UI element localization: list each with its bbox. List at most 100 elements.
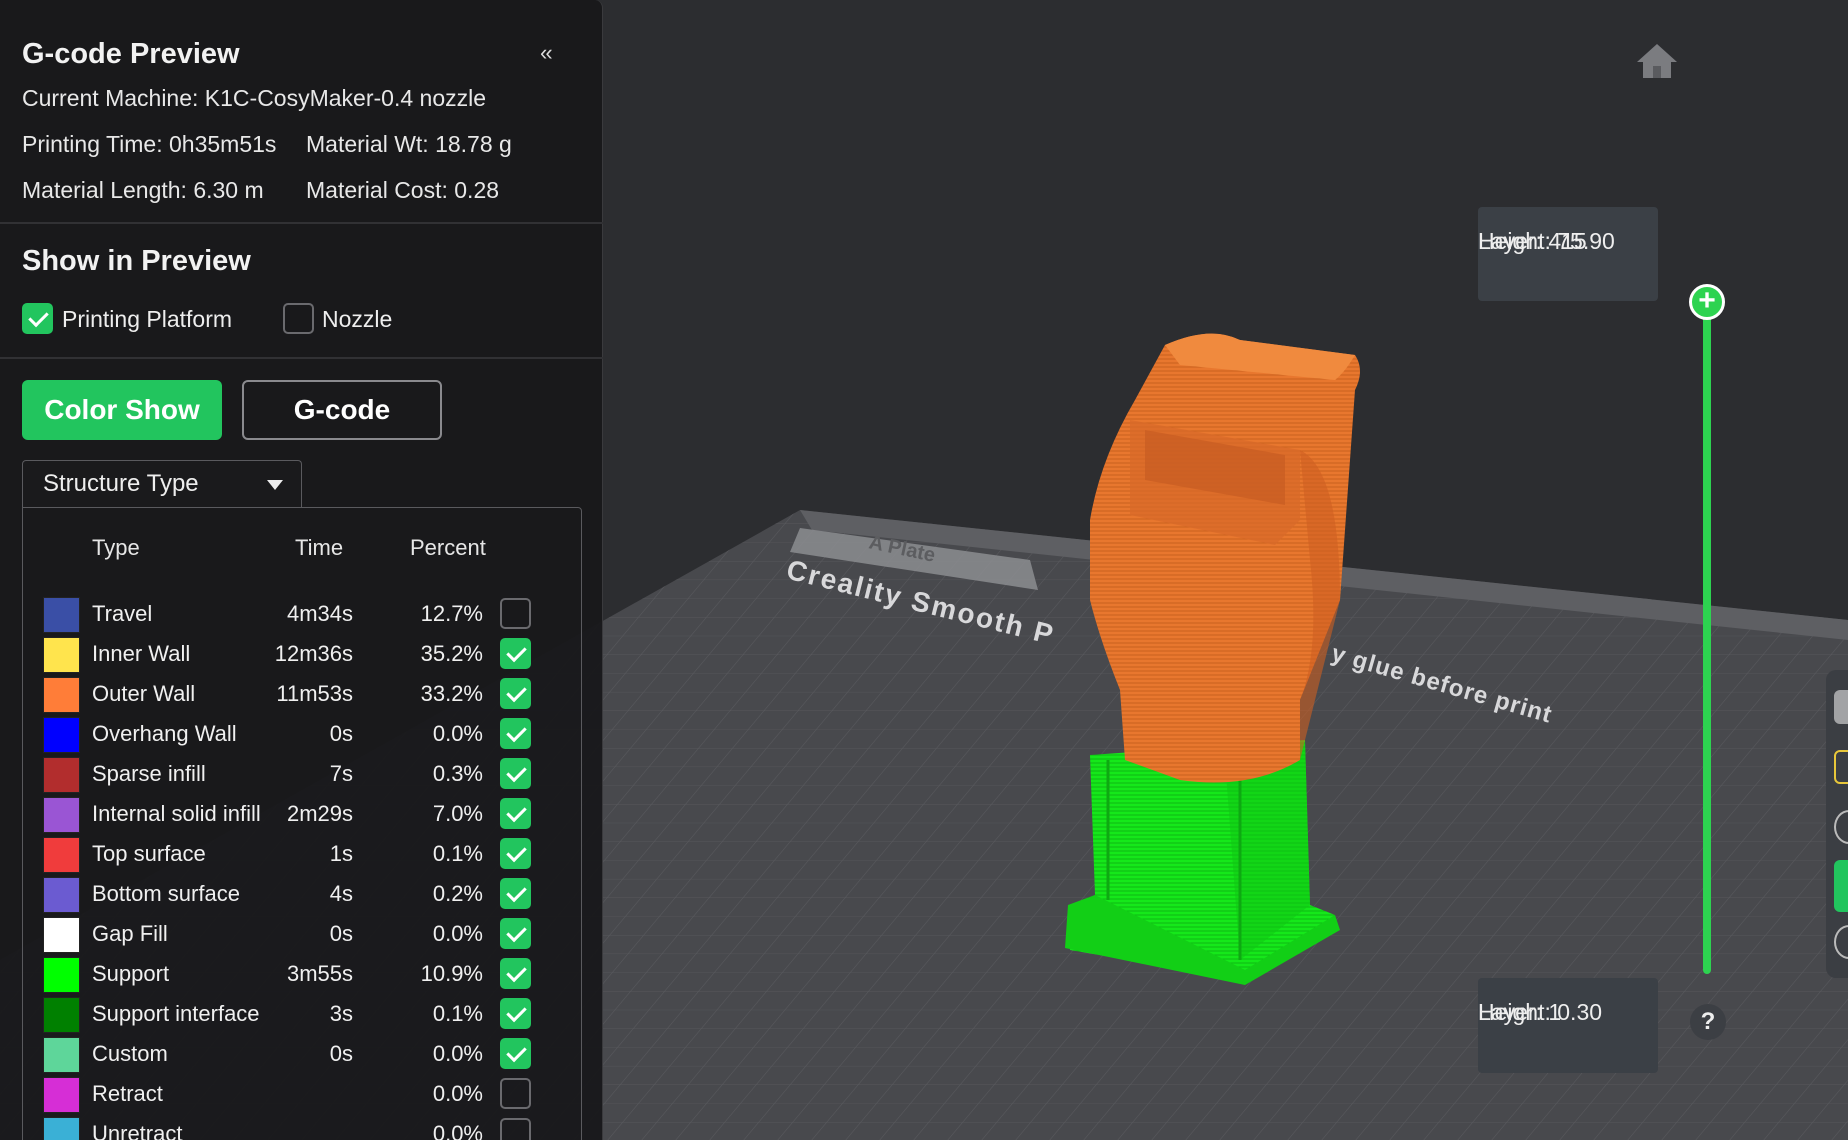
- type-percent: 0.0%: [432, 721, 483, 746]
- color-swatch: [43, 597, 80, 633]
- type-name: Overhang Wall: [92, 721, 237, 746]
- type-time: 3m55s: [286, 961, 353, 986]
- type-percent: 7.0%: [432, 801, 483, 826]
- legend-row: Support 3m55s 10.9%: [0, 954, 600, 994]
- show-in-preview-title: Show in Preview: [22, 245, 251, 277]
- type-header: Type: [92, 535, 140, 560]
- type-name: Top surface: [92, 841, 206, 866]
- type-percent: 0.1%: [432, 841, 483, 866]
- type-name: Inner Wall: [92, 641, 191, 666]
- type-name: Support interface: [92, 1001, 260, 1026]
- type-time: 0s: [329, 721, 353, 746]
- top-layer-info: Layer: 415 Height: 75.90: [1478, 207, 1658, 301]
- list-icon[interactable]: [1834, 690, 1848, 724]
- legend-row: Internal solid infill 2m29s 7.0%: [0, 794, 600, 834]
- visibility-checkbox[interactable]: [500, 958, 531, 989]
- legend-row: Top surface 1s 0.1%: [0, 834, 600, 874]
- type-name: Bottom surface: [92, 881, 240, 906]
- type-percent: 0.0%: [432, 921, 483, 946]
- type-name: Sparse infill: [92, 761, 206, 786]
- time-header: Time: [295, 535, 344, 560]
- type-name: Support: [92, 961, 170, 986]
- visibility-checkbox[interactable]: [500, 638, 531, 669]
- type-percent: 0.2%: [432, 881, 483, 906]
- color-show-button[interactable]: Color Show: [22, 380, 222, 440]
- type-time: 0s: [329, 921, 353, 946]
- visibility-checkbox[interactable]: [500, 598, 531, 629]
- right-toolbar: [1826, 670, 1848, 978]
- color-swatch: [43, 997, 80, 1033]
- visibility-checkbox[interactable]: [500, 878, 531, 909]
- type-name: Gap Fill: [92, 921, 168, 946]
- type-percent: 35.2%: [420, 641, 483, 666]
- layer-slider-track[interactable]: [1703, 300, 1711, 974]
- color-swatch: [43, 637, 80, 673]
- type-time: 12m36s: [274, 641, 353, 666]
- legend-row: Retract 0.0%: [0, 1074, 600, 1114]
- material-length: Material Length: 6.30 m: [22, 177, 264, 203]
- dropdown-selected: Structure Type: [43, 470, 199, 497]
- type-time: 3s: [329, 1001, 353, 1026]
- nozzle-label[interactable]: Nozzle: [322, 306, 392, 333]
- type-time: 0s: [329, 1041, 353, 1066]
- visibility-checkbox[interactable]: [500, 1118, 531, 1140]
- visibility-checkbox[interactable]: [500, 718, 531, 749]
- preview-mode-icon[interactable]: [1834, 860, 1848, 912]
- help-icon[interactable]: ?: [1690, 1004, 1726, 1040]
- home-view-icon[interactable]: [1635, 40, 1679, 80]
- legend-row: Support interface 3s 0.1%: [0, 994, 600, 1034]
- printing-platform-checkbox[interactable]: [22, 303, 53, 334]
- type-percent: 0.3%: [432, 761, 483, 786]
- divider: [0, 222, 603, 224]
- type-time: 1s: [329, 841, 353, 866]
- visibility-checkbox[interactable]: [500, 1038, 531, 1069]
- color-swatch: [43, 957, 80, 993]
- visibility-checkbox[interactable]: [500, 1078, 531, 1109]
- color-swatch: [43, 757, 80, 793]
- legend-row: Outer Wall 11m53s 33.2%: [0, 674, 600, 714]
- panel-title: G-code Preview: [22, 38, 240, 70]
- color-swatch: [43, 677, 80, 713]
- type-name: Internal solid infill: [92, 801, 261, 826]
- chevron-down-icon: [267, 480, 283, 490]
- color-swatch: [43, 837, 80, 873]
- material-weight: Material Wt: 18.78 g: [306, 131, 512, 157]
- legend-row: Bottom surface 4s 0.2%: [0, 874, 600, 914]
- color-swatch: [43, 917, 80, 953]
- type-percent: 0.1%: [432, 1001, 483, 1026]
- color-swatch: [43, 1037, 80, 1073]
- top-layer-height: Height: 75.90: [1478, 228, 1615, 254]
- type-time: 11m53s: [276, 681, 353, 706]
- collapse-panel-button[interactable]: ‹‹: [540, 40, 553, 66]
- layer-slider-top-handle[interactable]: +: [1689, 284, 1725, 320]
- gcode-button[interactable]: G-code: [242, 380, 442, 440]
- slice-icon[interactable]: [1834, 750, 1848, 784]
- legend-row: Custom 0s 0.0%: [0, 1034, 600, 1074]
- printing-platform-label[interactable]: Printing Platform: [62, 306, 232, 333]
- type-percent: 0.0%: [432, 1041, 483, 1066]
- settings-icon[interactable]: [1834, 925, 1848, 959]
- visibility-checkbox[interactable]: [500, 998, 531, 1029]
- visibility-checkbox[interactable]: [500, 838, 531, 869]
- type-percent: 12.7%: [420, 601, 483, 626]
- visibility-checkbox[interactable]: [500, 758, 531, 789]
- divider: [0, 357, 603, 359]
- type-percent: 0.0%: [432, 1121, 483, 1140]
- visibility-checkbox[interactable]: [500, 678, 531, 709]
- type-name: Retract: [92, 1081, 163, 1106]
- color-swatch: [43, 1077, 80, 1113]
- type-name: Unretract: [92, 1121, 183, 1140]
- color-swatch: [43, 1117, 80, 1140]
- structure-type-dropdown[interactable]: Structure Type: [22, 460, 302, 508]
- bottom-layer-info: Layer: 1 Height: 0.30: [1478, 978, 1658, 1073]
- bottom-layer-height: Height: 0.30: [1478, 999, 1603, 1025]
- legend-row: Travel 4m34s 12.7%: [0, 594, 600, 634]
- nozzle-checkbox[interactable]: [283, 303, 314, 334]
- clock-icon[interactable]: [1834, 810, 1848, 844]
- visibility-checkbox[interactable]: [500, 798, 531, 829]
- visibility-checkbox[interactable]: [500, 918, 531, 949]
- type-percent: 10.9%: [420, 961, 483, 986]
- current-machine: Current Machine: K1C-CosyMaker-0.4 nozzl…: [22, 85, 487, 111]
- type-time: 4m34s: [286, 601, 353, 626]
- color-swatch: [43, 877, 80, 913]
